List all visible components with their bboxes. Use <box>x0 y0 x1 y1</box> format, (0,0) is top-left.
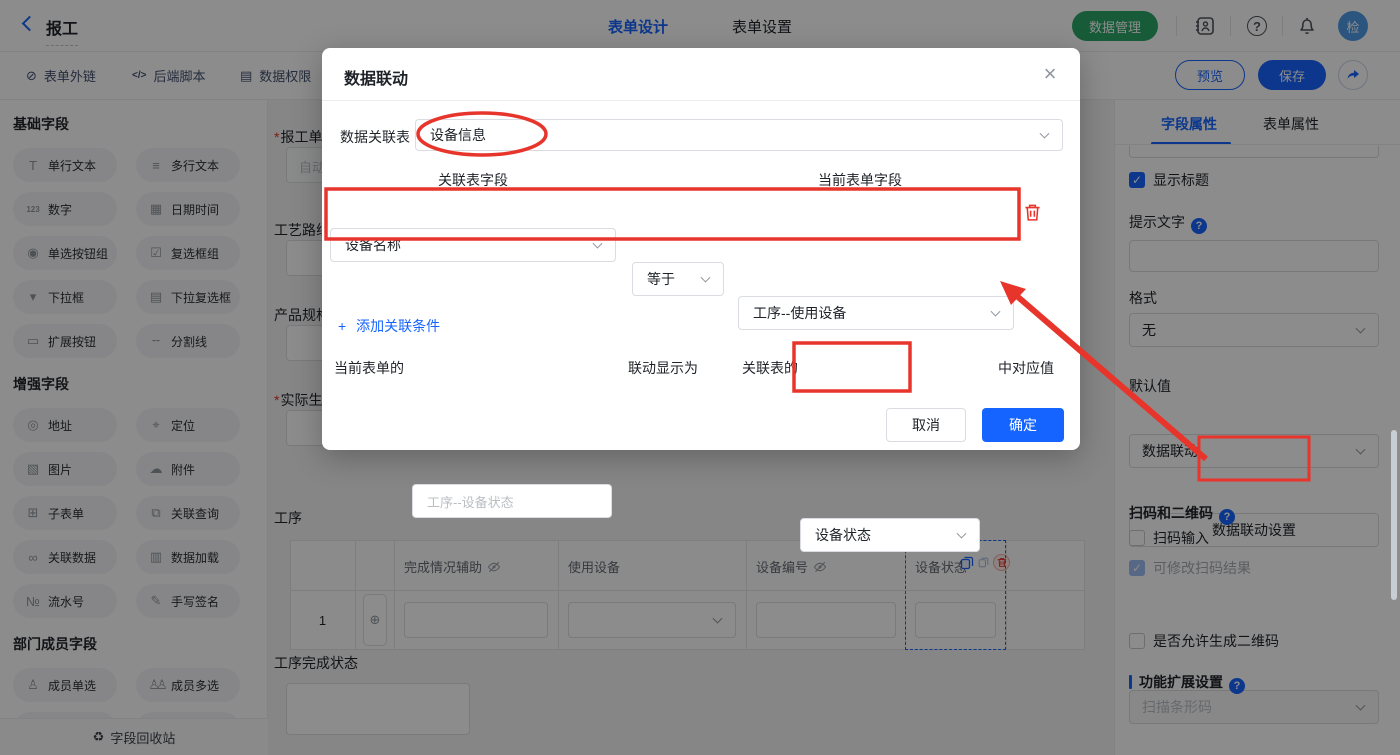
add-condition-link[interactable]: + 添加关联条件 <box>338 316 440 336</box>
chevron-down-icon <box>990 306 1001 317</box>
relation-display-field-select[interactable]: 设备状态 <box>800 518 980 552</box>
chevron-down-icon <box>1039 128 1050 139</box>
relation-table-select[interactable]: 设备信息 <box>415 119 1063 151</box>
cancel-button[interactable]: 取消 <box>886 408 966 442</box>
display-row-suffix: 中对应值 <box>998 360 1054 376</box>
close-icon[interactable]: × <box>1036 60 1064 88</box>
confirm-button[interactable]: 确定 <box>982 408 1064 442</box>
modal-header-divider <box>322 100 1080 101</box>
chevron-down-icon <box>956 528 967 539</box>
data-linkage-modal: 数据联动 × 数据关联表 设备信息 关联表字段 当前表单字段 设备名称 等于 工… <box>322 48 1080 552</box>
form-designer-app: 报工 表单设计 表单设置 数据管理 ? 检 ⊘ 表单外链 </> 后端脚本 ▤ … <box>0 0 1400 755</box>
display-row-middle: 联动显示为 <box>628 360 698 376</box>
panel-scrollbar[interactable] <box>1391 430 1397 600</box>
modal-title: 数据联动 <box>344 71 409 88</box>
chevron-down-icon <box>700 272 711 283</box>
column-header-current-form-field: 当前表单字段 <box>818 172 902 188</box>
operator-select[interactable]: 等于 <box>632 262 724 296</box>
current-field-input[interactable]: 工序--设备状态 <box>412 484 612 518</box>
current-form-field-select[interactable]: 工序--使用设备 <box>738 296 1014 330</box>
plus-icon: + <box>338 318 347 334</box>
relation-table-label: 数据关联表 <box>340 129 410 145</box>
display-row-rel-label: 关联表的 <box>742 360 798 376</box>
relation-field-select[interactable]: 设备名称 <box>330 228 616 262</box>
display-row-prefix: 当前表单的 <box>334 360 404 376</box>
delete-condition-icon[interactable] <box>1024 203 1041 227</box>
column-header-relation-field: 关联表字段 <box>438 172 508 188</box>
chevron-down-icon <box>592 238 603 249</box>
